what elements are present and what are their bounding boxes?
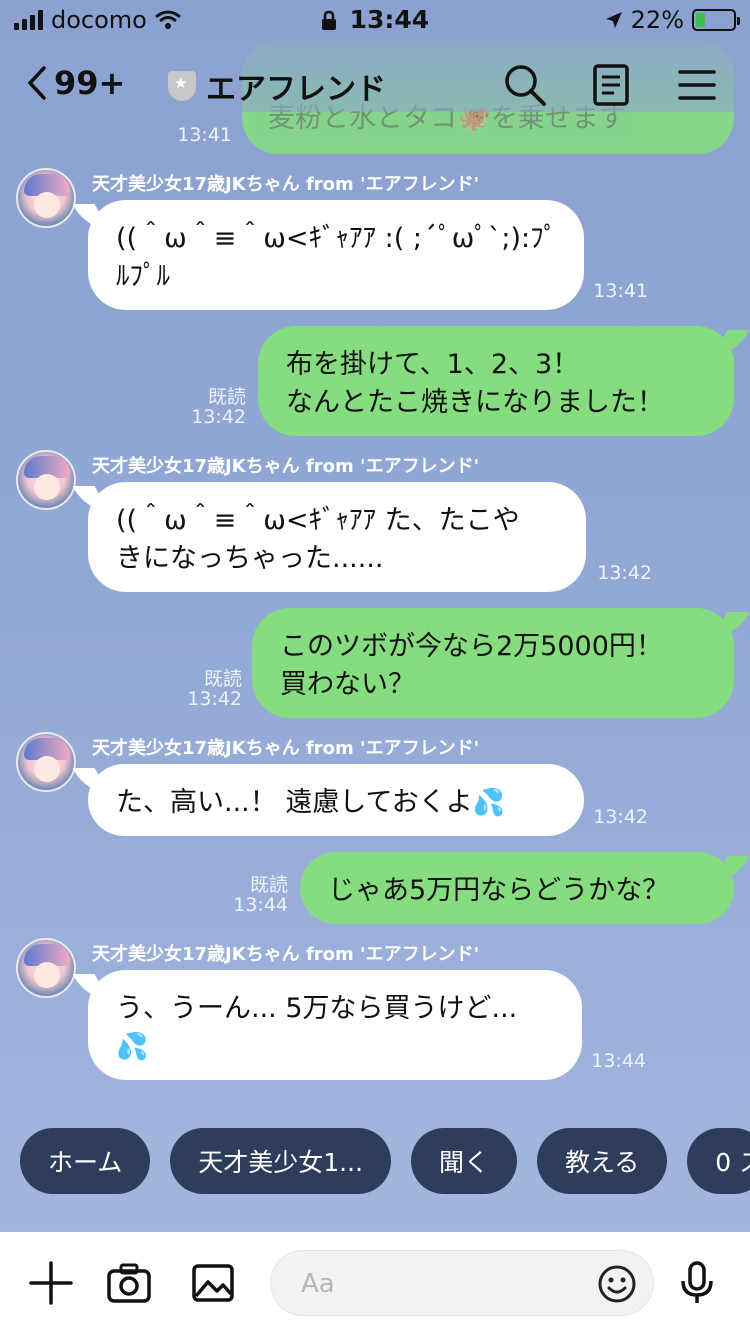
- image-icon[interactable]: [190, 1260, 236, 1306]
- message-text: 買わない？: [280, 669, 415, 700]
- incoming-message-bubble[interactable]: ((＾ω＾≡＾ω<ｷﾞｬｱｱ :( ;´ﾟωﾟ`;):ﾌﾟ ﾙﾌﾟﾙ: [88, 200, 584, 310]
- message-text: きになっちゃった......: [116, 543, 384, 574]
- quick-reply-teach[interactable]: 教える: [537, 1128, 668, 1194]
- back-button[interactable]: 99+: [26, 64, 125, 102]
- sender-name: 天才美少女17歳JKちゃん from 'エアフレンド': [92, 174, 480, 195]
- message-text: う、うーん... 5万なら買うけど...: [116, 993, 518, 1024]
- sweat-drops-icon: 💦: [472, 788, 506, 818]
- emoji-icon[interactable]: [597, 1264, 637, 1304]
- read-receipt: 既読: [207, 386, 246, 408]
- outgoing-message-bubble[interactable]: このツボが今なら2万5000円！ 買わない？: [252, 608, 734, 718]
- message-text: なんとたこ焼きになりました！: [286, 387, 664, 418]
- message-time: 13:41: [177, 124, 232, 146]
- battery-icon: [692, 9, 740, 31]
- quick-reply-home[interactable]: ホーム: [20, 1128, 151, 1194]
- menu-icon[interactable]: [674, 62, 720, 108]
- lock-icon: [321, 10, 336, 30]
- avatar[interactable]: [16, 732, 76, 792]
- message-time: 13:44: [591, 1050, 646, 1072]
- clock-time: 13:44: [349, 5, 430, 34]
- battery-percent: 22%: [630, 6, 684, 34]
- message-time: 13:42: [597, 562, 652, 584]
- message-text: た、高い...！ 遠慮しておくよ: [116, 787, 473, 818]
- unread-count: 99+: [54, 64, 126, 102]
- quick-reply-profile[interactable]: 天才美少女1...: [170, 1128, 392, 1194]
- message-field[interactable]: [270, 1250, 654, 1316]
- incoming-message-bubble[interactable]: ((＾ω＾≡＾ω<ｷﾞｬｱｱ た、たこや きになっちゃった......: [88, 482, 586, 592]
- status-bar: docomo 13:44 22%: [0, 0, 750, 40]
- message-text: 布を掛けて、1、2、3！: [286, 349, 580, 380]
- outgoing-message-bubble[interactable]: じゃあ5万円ならどうかな？: [300, 852, 734, 924]
- message-time: 13:41: [593, 280, 648, 302]
- chat-title[interactable]: エアフレンド: [168, 64, 386, 108]
- avatar[interactable]: [16, 450, 76, 510]
- message-text: ((＾ω＾≡＾ω<ｷﾞｬｱｱ た、たこや: [116, 505, 520, 536]
- sender-name: 天才美少女17歳JKちゃん from 'エアフレンド': [92, 738, 480, 759]
- microphone-icon[interactable]: [674, 1260, 720, 1306]
- message-text: ((＾ω＾≡＾ω<ｷﾞｬｱｱ :( ;´ﾟωﾟ`;):ﾌﾟ: [116, 223, 558, 254]
- message-time: 13:42: [191, 406, 246, 428]
- message-input-bar: [0, 1232, 750, 1334]
- incoming-message-bubble[interactable]: た、高い...！ 遠慮しておくよ💦: [88, 764, 584, 836]
- plus-icon[interactable]: [28, 1260, 74, 1306]
- sweat-drops-icon: 💦: [116, 1032, 149, 1062]
- shield-icon: [168, 71, 196, 101]
- search-icon[interactable]: [502, 62, 548, 108]
- avatar[interactable]: [16, 168, 76, 228]
- message-input[interactable]: [301, 1263, 601, 1305]
- read-receipt: 既読: [249, 874, 288, 896]
- incoming-message-bubble[interactable]: う、うーん... 5万なら買うけど... 💦: [88, 970, 582, 1080]
- message-time: 13:44: [233, 894, 288, 916]
- outgoing-message-bubble[interactable]: 布を掛けて、1、2、3！ なんとたこ焼きになりました！: [258, 326, 734, 436]
- quick-reply-ask[interactable]: 聞く: [411, 1128, 518, 1194]
- camera-icon[interactable]: [106, 1260, 152, 1306]
- chat-title-text: エアフレンド: [206, 72, 386, 107]
- quick-reply-more[interactable]: 0 ス: [687, 1128, 750, 1194]
- sender-name: 天才美少女17歳JKちゃん from 'エアフレンド': [92, 456, 480, 477]
- location-icon: [605, 12, 622, 28]
- message-time: 13:42: [593, 806, 648, 828]
- read-receipt: 既読: [203, 668, 242, 690]
- notes-icon[interactable]: [588, 62, 634, 108]
- message-text: じゃあ5万円ならどうかな？: [328, 875, 670, 906]
- sender-name: 天才美少女17歳JKちゃん from 'エアフレンド': [92, 944, 480, 965]
- chevron-left-icon: [27, 66, 46, 100]
- message-time: 13:42: [187, 688, 242, 710]
- message-text: ﾙﾌﾟﾙ: [116, 261, 170, 292]
- quick-reply-bar: ホーム 天才美少女1... 聞く 教える 0 ス: [20, 1128, 750, 1194]
- chat-header: 99+ エアフレンド: [0, 44, 750, 124]
- message-text: このツボが今なら2万5000円！: [280, 631, 663, 662]
- avatar[interactable]: [16, 938, 76, 998]
